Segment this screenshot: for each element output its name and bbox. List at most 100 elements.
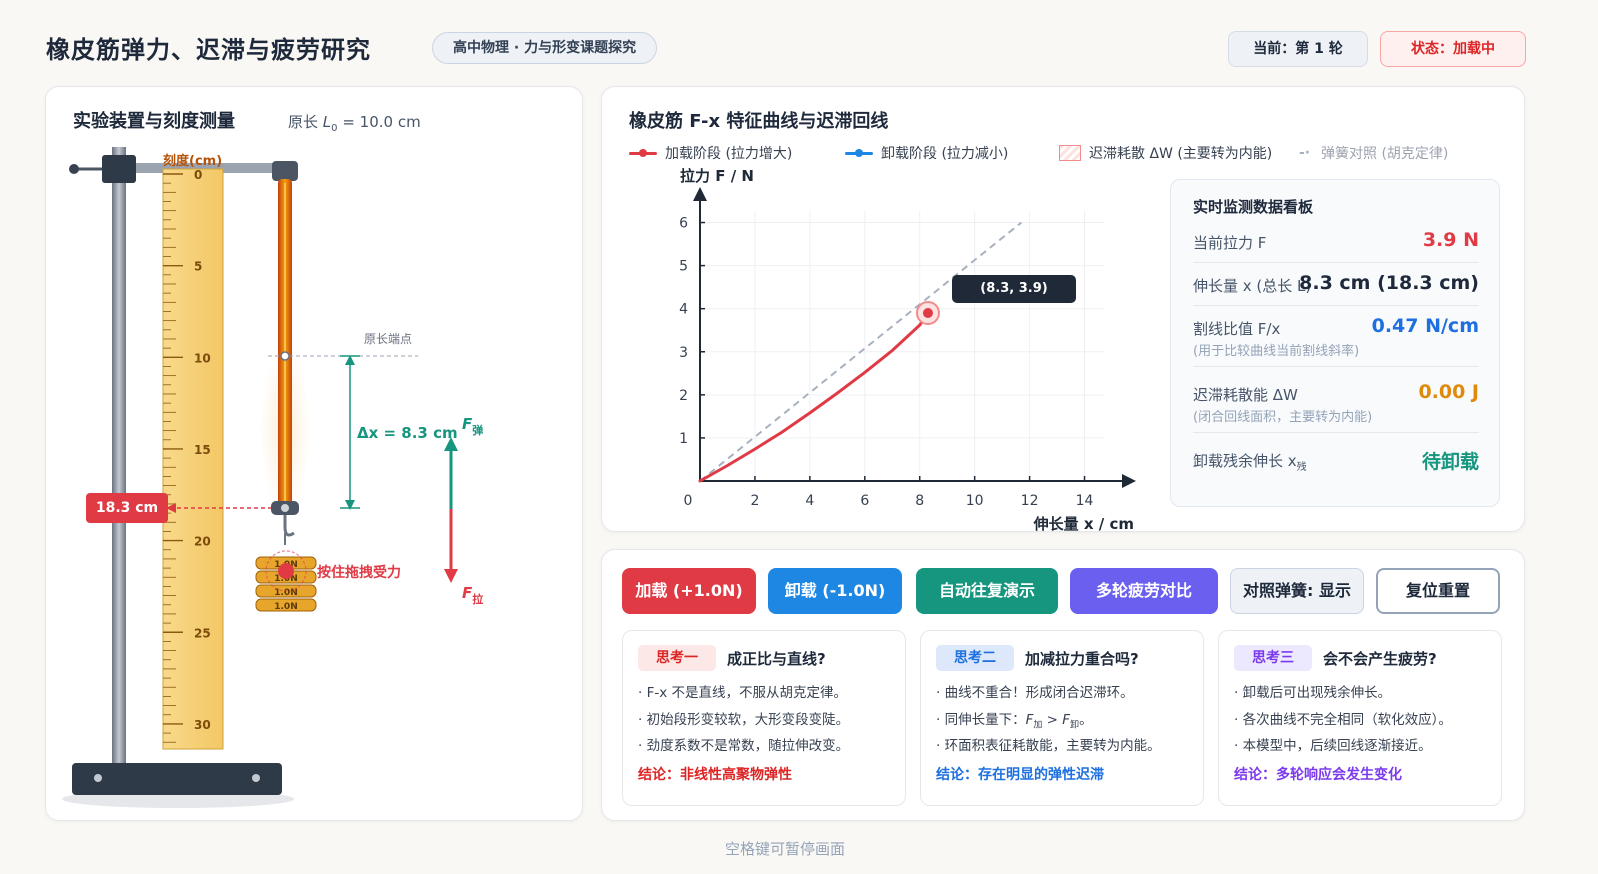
course-tag: 高中物理 · 力与形变课题探究 xyxy=(432,32,658,64)
force-value: 3.9 N xyxy=(1422,229,1479,251)
reading-badge: 18.3 cm xyxy=(86,493,168,523)
monitor-title: 实时监测数据看板 xyxy=(1193,198,1314,216)
ruler-label: 刻度(cm) xyxy=(163,154,223,169)
elastic-force-sub: 弹 xyxy=(472,423,483,437)
extension-value: 8.3 cm (18.3 cm) xyxy=(1299,272,1479,294)
x-tick-label: 6 xyxy=(860,493,869,509)
apparatus-panel: 实验装置与刻度测量 原长 L0 = 10.0 cm 0 5 10 15 20 2… xyxy=(45,86,583,821)
x-axis-arrow xyxy=(1122,474,1136,488)
card-item-compare: > xyxy=(1042,712,1063,728)
base-screw-left xyxy=(94,774,102,782)
stand-pole xyxy=(112,147,126,763)
loading-curve xyxy=(698,311,930,483)
card-question: 成正比与直线? xyxy=(727,650,826,668)
delta-label: Δx = 8.3 cm xyxy=(357,424,458,442)
unload-button[interactable]: 卸载 (-1.0N) xyxy=(768,568,902,614)
energy-value: 0.00 J xyxy=(1418,381,1479,403)
pull-force-label: F拉 xyxy=(462,584,483,606)
state-indicator: 状态：加载中 xyxy=(1380,31,1526,67)
endpoint-label: 原长端点 xyxy=(364,332,412,346)
card-conclusion: 结论：存在明显的弹性迟滞 xyxy=(936,767,1104,783)
elastic-force-label: F弹 xyxy=(462,415,483,437)
ratio-value: 0.47 N/cm xyxy=(1371,315,1479,337)
hook-clamp xyxy=(272,161,298,181)
card-badge: 思考一 xyxy=(638,645,716,671)
y-tick-label: 1 xyxy=(679,431,688,447)
fx-chart[interactable]: 0 2 4 6 8 10 12 14123456拉力 F / N伸长量 x / cm xyxy=(602,163,1162,533)
page-title: 橡皮筋弹力、迟滞与疲劳研究 xyxy=(46,36,371,64)
ratio-hint: (用于比较曲线当前割线斜率) xyxy=(1193,344,1360,359)
residual-label-text: 卸载残余伸长 x xyxy=(1193,452,1297,470)
reset-button[interactable]: 复位重置 xyxy=(1376,568,1500,614)
energy-hint: (闭合回线面积，主要转为内能) xyxy=(1193,410,1373,425)
card-item: · 劲度系数不是常数，随拉伸改变。 xyxy=(638,738,850,754)
endpoint-marker xyxy=(280,351,290,361)
drag-handle[interactable] xyxy=(278,563,294,579)
controls-panel: 加载 (+1.0N) 卸载 (-1.0N) 自动往复演示 多轮疲劳对比 对照弹簧… xyxy=(601,549,1525,821)
monitor-divider xyxy=(1193,432,1479,433)
card-item-sub: 卸 xyxy=(1070,720,1080,731)
card-item: · 同伸长量下：F加 > F卸。 xyxy=(936,708,1093,731)
base-screw-right xyxy=(252,774,260,782)
ruler-tick-label: 20 xyxy=(194,535,211,549)
y-axis-label: 拉力 F / N xyxy=(680,167,754,185)
legend-spring-swatch: -· xyxy=(1299,145,1311,161)
ruler-tick-label: 5 xyxy=(194,260,202,274)
card-badge: 思考二 xyxy=(936,645,1014,671)
monitor-panel: 实时监测数据看板 当前拉力 F 3.9 N 伸长量 x (总长 L) 8.3 c… xyxy=(1170,179,1500,507)
force-label: 当前拉力 F xyxy=(1193,234,1267,252)
y-tick-label: 4 xyxy=(679,302,688,318)
card-conclusion: 结论：多轮响应会发生变化 xyxy=(1234,767,1402,783)
card-item-symbol: F xyxy=(1062,712,1071,728)
round-indicator: 当前：第 1 轮 xyxy=(1228,31,1368,67)
card-item: · 卸载后可出现残余伸长。 xyxy=(1234,685,1392,701)
y-tick-label: 3 xyxy=(679,345,688,361)
hook-wire xyxy=(283,515,295,537)
card-item: · F-x 不是直线，不服从胡克定律。 xyxy=(638,685,847,701)
residual-label: 卸载残余伸长 x残 xyxy=(1193,450,1307,473)
load-button[interactable]: 加载 (+1.0N) xyxy=(622,568,756,614)
ruler-tick-label: 25 xyxy=(194,626,211,640)
residual-value: 待卸载 xyxy=(1421,451,1479,473)
card-question: 加减拉力重合吗? xyxy=(1025,650,1139,668)
think-card-1: 思考一 成正比与直线? · F-x 不是直线，不服从胡克定律。 · 初始段形变较… xyxy=(622,630,906,806)
auto-demo-button[interactable]: 自动往复演示 xyxy=(916,568,1058,614)
card-conclusion: 结论：非线性高聚物弹性 xyxy=(638,767,792,783)
legend-unloading-label: 卸载阶段 (拉力减小) xyxy=(881,146,1009,162)
clamp-knob xyxy=(69,164,79,174)
monitor-divider xyxy=(1193,262,1479,263)
ratio-label: 割线比值 F/x xyxy=(1193,320,1281,338)
pull-force-head xyxy=(444,569,458,583)
card-item: · 初始段形变较软，大形变段变陡。 xyxy=(638,712,850,728)
stand-clamp xyxy=(102,155,136,183)
stand-base xyxy=(72,763,282,795)
drag-hint: 按住拖拽受力 xyxy=(317,564,401,581)
y-tick-label: 5 xyxy=(679,259,688,275)
legend-loading-dot xyxy=(639,149,647,157)
x-tick-label: 14 xyxy=(1076,493,1094,509)
fatigue-compare-button[interactable]: 多轮疲劳对比 xyxy=(1070,568,1218,614)
think-card-3: 思考三 会不会产生疲劳? · 卸载后可出现残余伸长。 · 各次曲线不完全相同（软… xyxy=(1218,630,1502,806)
chart-panel: 橡皮筋 F-x 特征曲线与迟滞回线 加载阶段 (拉力增大) 卸载阶段 (拉力减小… xyxy=(601,86,1525,533)
card-badge: 思考三 xyxy=(1234,645,1312,671)
legend-hysteresis-label: 迟滞耗散 ΔW (主要转为内能) xyxy=(1089,146,1273,162)
x-tick-label: 8 xyxy=(915,493,924,509)
extension-label: 伸长量 x (总长 L) xyxy=(1193,277,1312,295)
footer-hint: 空格键可暂停画面 xyxy=(724,840,845,858)
y-tick-label: 2 xyxy=(679,388,688,404)
ruler-tick-label: 10 xyxy=(194,351,211,365)
chart-title: 橡皮筋 F-x 特征曲线与迟滞回线 xyxy=(629,111,889,132)
energy-label: 迟滞耗散能 ΔW xyxy=(1193,386,1298,404)
card-item-text: · 同伸长量下： xyxy=(936,712,1026,728)
card-item: · 环面积表征耗散能，主要转为内能。 xyxy=(936,738,1161,754)
card-item-end: 。 xyxy=(1079,712,1093,728)
card-item: · 曲线不重合！形成闭合迟滞环。 xyxy=(936,685,1134,701)
card-item: · 本模型中，后续回线逐渐接近。 xyxy=(1234,738,1432,754)
legend-hysteresis-swatch xyxy=(1059,145,1081,161)
point-tooltip: (8.3, 3.9) xyxy=(952,275,1076,303)
current-point xyxy=(922,308,933,318)
apparatus-diagram: 051015202530 原长端点 Δx = 8.3 cm 1.0N1.0N1.… xyxy=(62,147,483,808)
ruler-tick-label: 30 xyxy=(194,718,211,732)
y-axis-arrow xyxy=(693,187,707,201)
reference-spring-toggle[interactable]: 对照弹簧: 显示 xyxy=(1230,568,1364,614)
